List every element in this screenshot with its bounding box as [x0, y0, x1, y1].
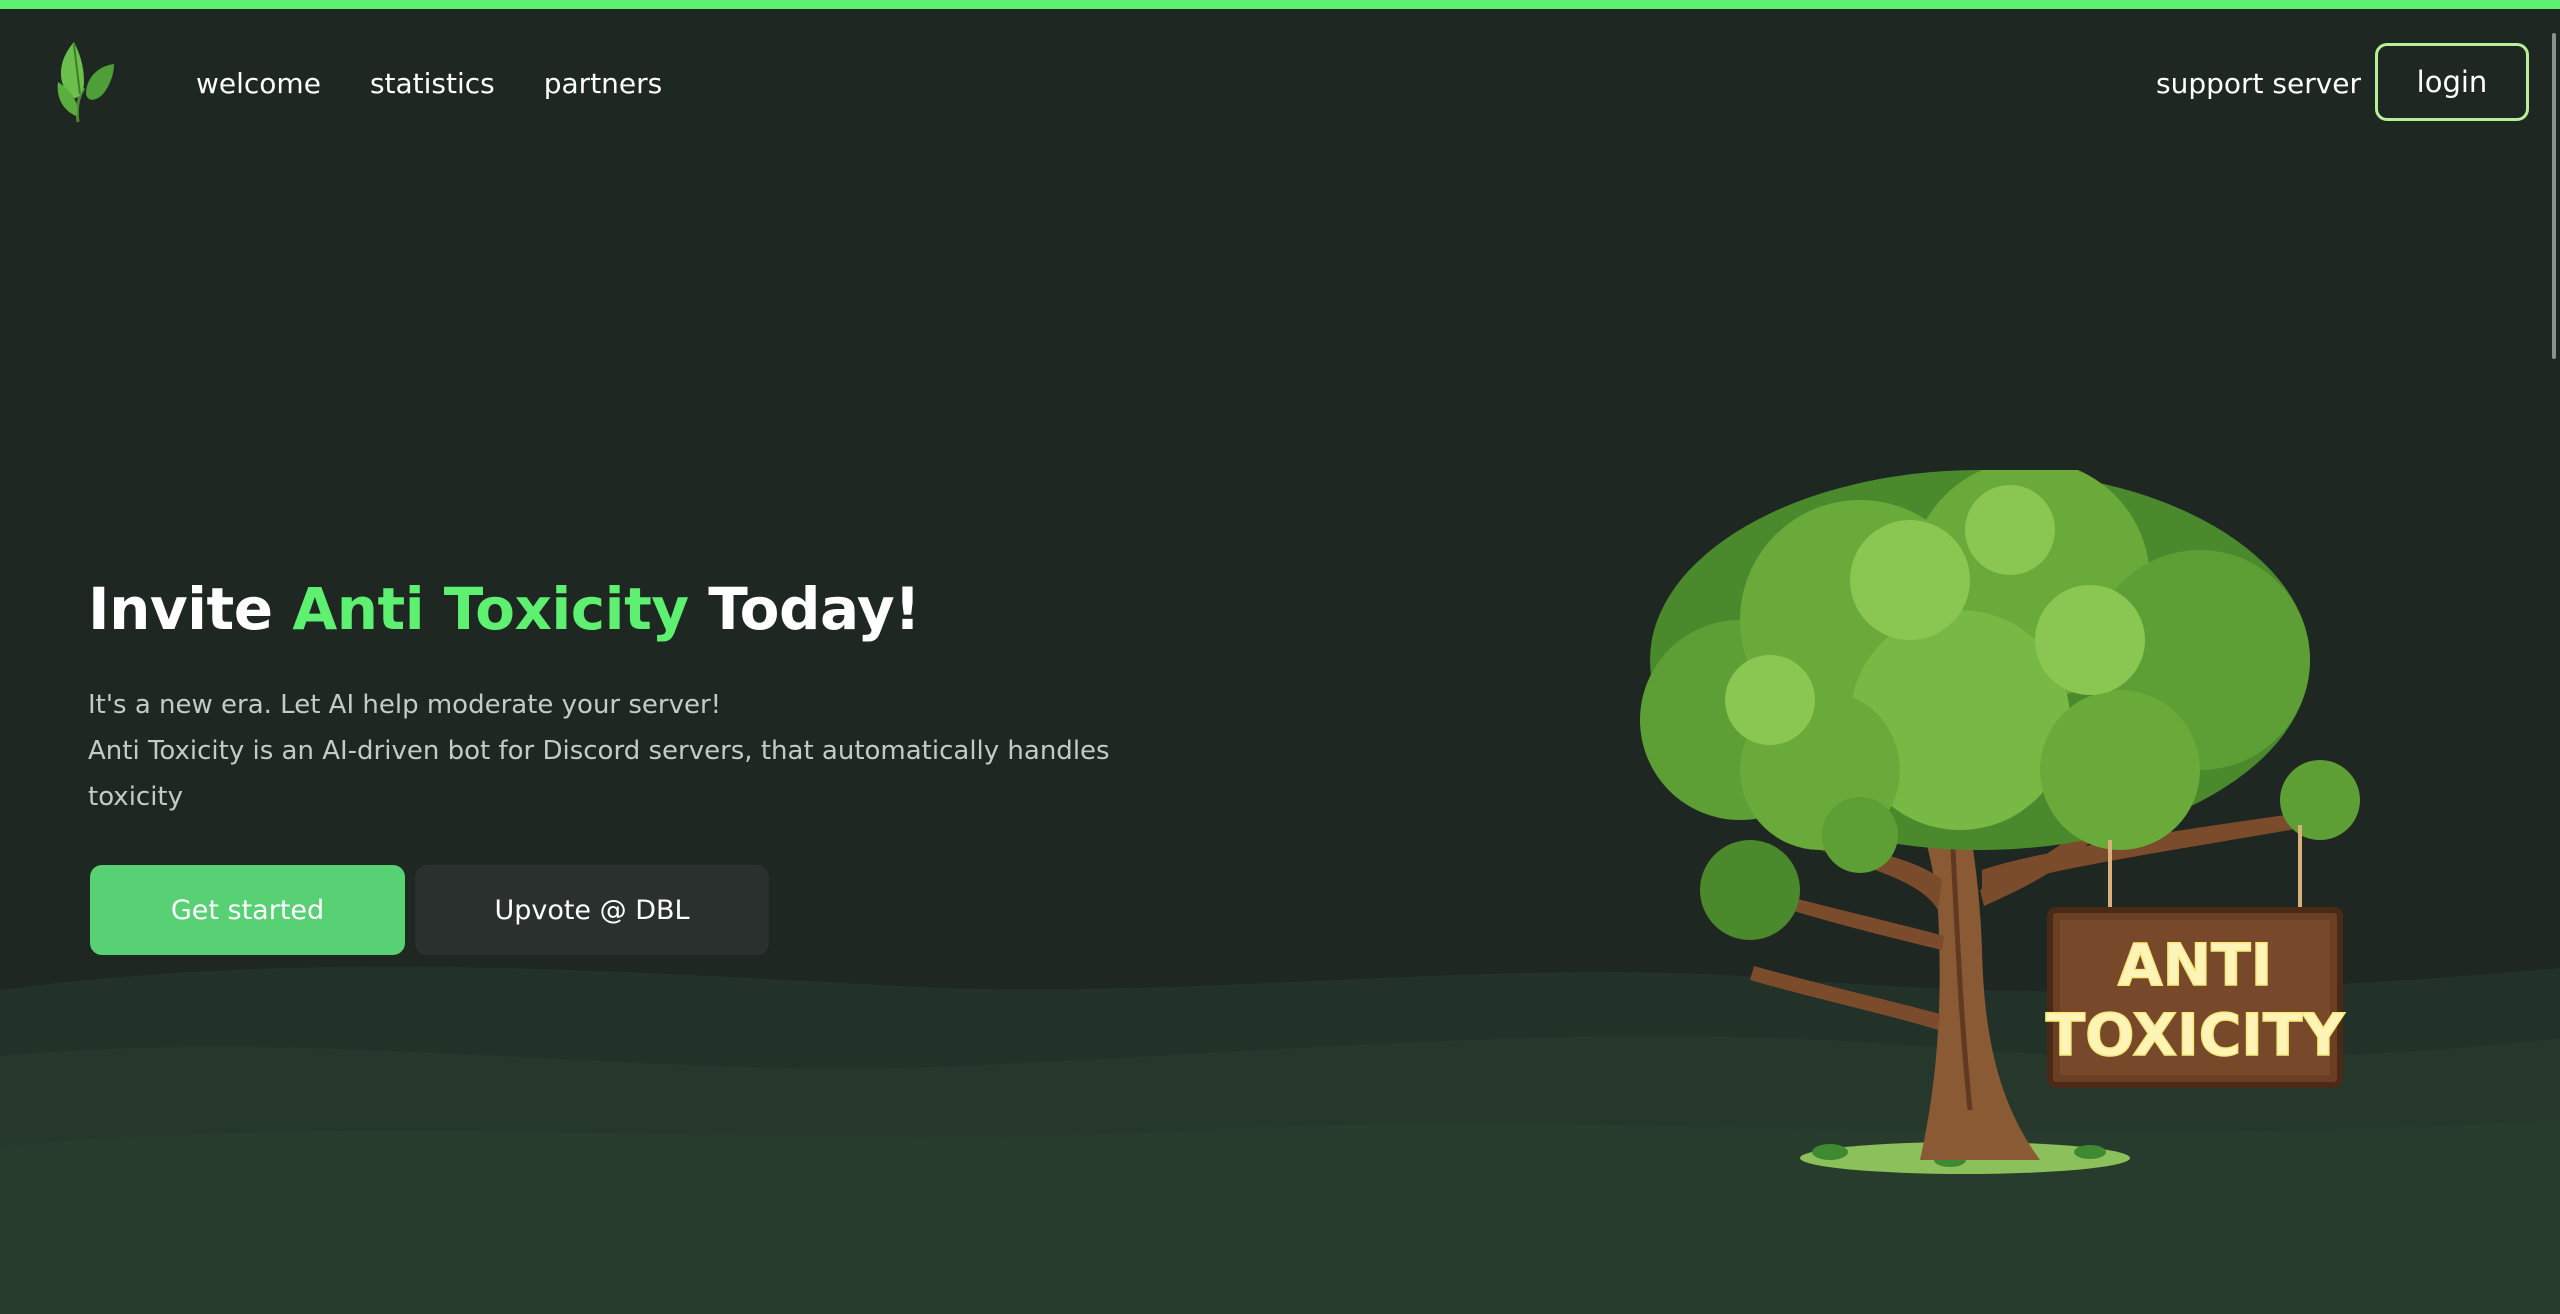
- sign-line-1: ANTI: [2118, 931, 2273, 999]
- leaf-logo-icon[interactable]: [54, 38, 116, 124]
- hero-summary: Anti Toxicity is an AI-driven bot for Di…: [88, 736, 1110, 812]
- support-server-link[interactable]: support server: [2156, 62, 2361, 106]
- get-started-button[interactable]: Get started: [90, 865, 405, 955]
- nav-partners[interactable]: partners: [544, 62, 663, 106]
- nav-statistics[interactable]: statistics: [370, 62, 495, 106]
- hero-title-suffix: Today!: [688, 575, 921, 643]
- hero-title: Invite Anti Toxicity Today!: [88, 564, 921, 654]
- sign-line-2: TOXICITY: [2046, 1001, 2346, 1069]
- upvote-dbl-button[interactable]: Upvote @ DBL: [415, 865, 769, 955]
- hero-tagline: It's a new era. Let AI help moderate you…: [88, 690, 722, 720]
- hero-description: It's a new era. Let AI help moderate you…: [88, 682, 1148, 820]
- nav-welcome[interactable]: welcome: [196, 62, 321, 106]
- tree-illustration: ANTI TOXICITY: [1640, 470, 2360, 1174]
- hero-title-accent: Anti Toxicity: [292, 575, 689, 643]
- scrollbar-thumb[interactable]: [2552, 33, 2556, 359]
- top-accent-bar: [0, 0, 2560, 9]
- login-button[interactable]: login: [2375, 43, 2529, 121]
- main-nav: welcome statistics partners: [196, 62, 662, 106]
- hero-title-prefix: Invite: [88, 575, 293, 643]
